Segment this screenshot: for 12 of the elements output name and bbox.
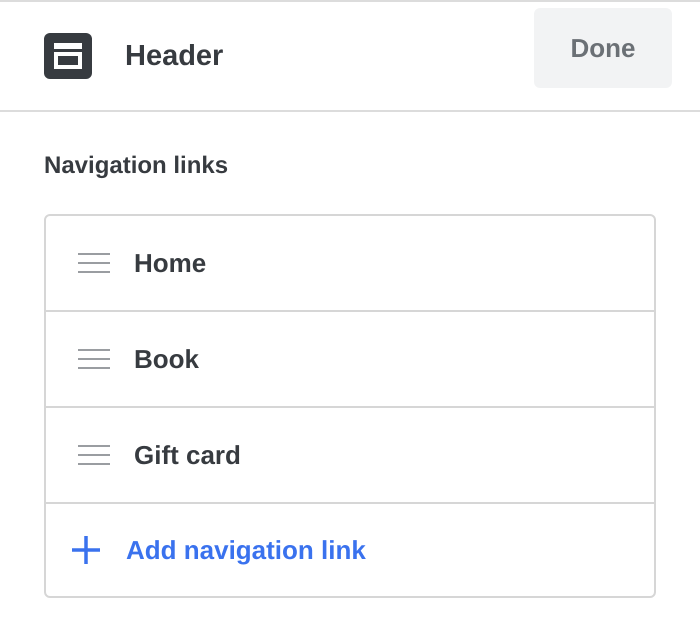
drag-handle-icon[interactable] (78, 253, 110, 273)
link-label[interactable]: Book (134, 344, 199, 374)
section-title: Navigation links (44, 152, 230, 180)
header-title: Header (125, 40, 224, 72)
link-label[interactable]: Home (134, 248, 206, 278)
add-link[interactable]: Add navigation link (126, 534, 366, 566)
link-label[interactable]: Gift card (134, 440, 241, 470)
drag-handle-icon[interactable] (78, 445, 110, 465)
archive-icon (44, 33, 92, 79)
drag-handle-icon[interactable] (78, 349, 110, 369)
done-button[interactable]: Done (534, 8, 672, 88)
plus-icon[interactable] (72, 536, 100, 564)
